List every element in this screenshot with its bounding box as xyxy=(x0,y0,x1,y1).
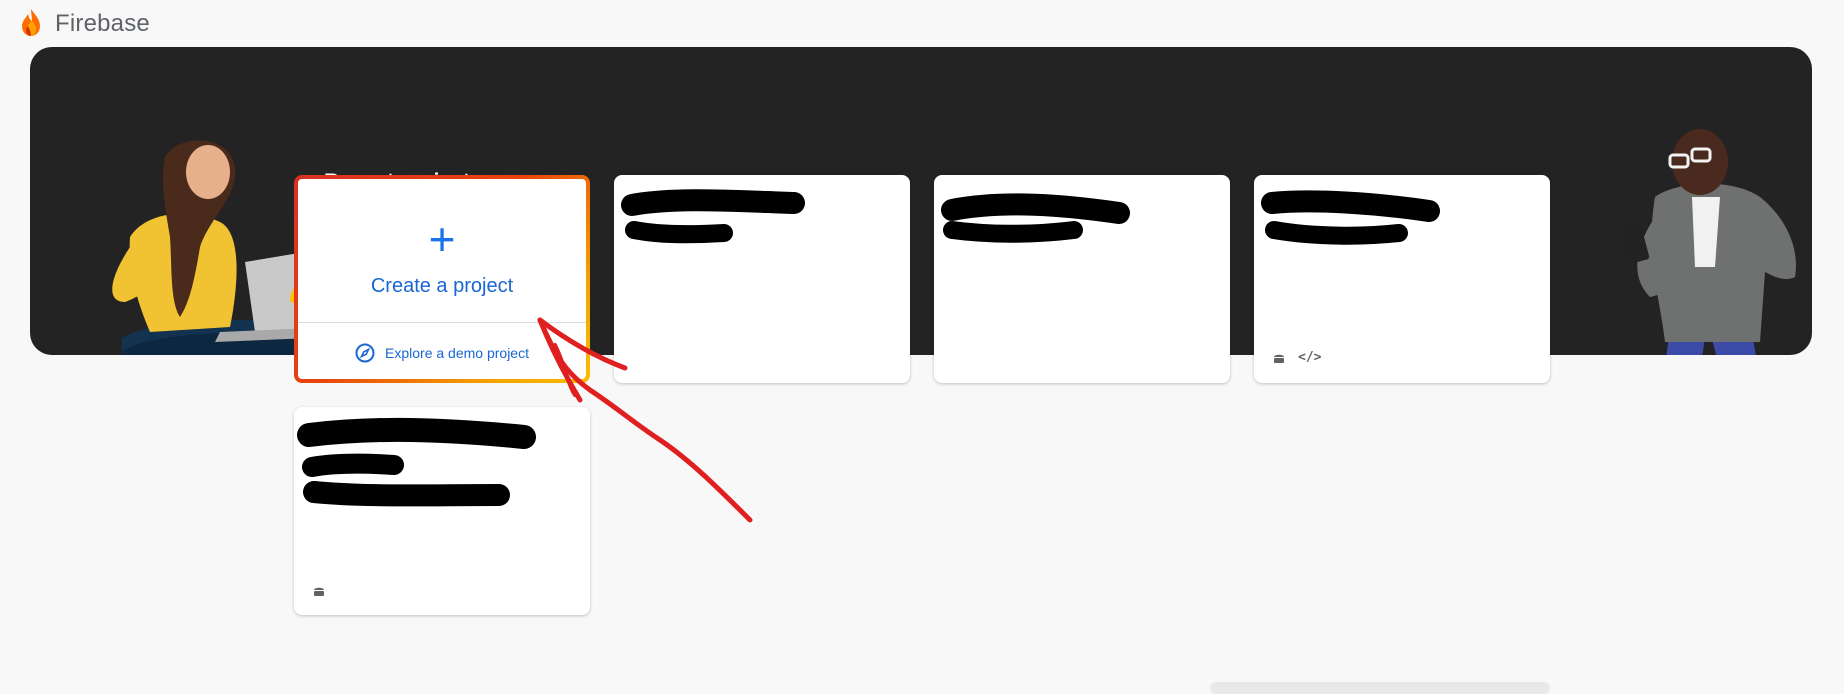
android-icon xyxy=(1274,354,1284,363)
project-card[interactable]: </> xyxy=(1254,175,1550,383)
project-card[interactable] xyxy=(614,175,910,383)
firebase-logo-icon[interactable] xyxy=(18,8,44,38)
create-project-label: Create a project xyxy=(370,275,514,297)
redacted-project-name xyxy=(297,417,536,507)
plus-icon: + xyxy=(428,213,456,265)
redacted-project-name xyxy=(941,193,1130,243)
explore-demo-project-link[interactable]: Explore a demo project xyxy=(298,323,586,379)
brand-title[interactable]: Firebase xyxy=(55,10,150,38)
platform-icons xyxy=(312,585,326,597)
compass-icon xyxy=(355,343,375,363)
bottom-scroll-hint xyxy=(1210,682,1550,694)
redacted-project-name xyxy=(621,189,805,244)
android-icon xyxy=(314,587,324,596)
person-with-phone-illustration xyxy=(1620,129,1796,355)
project-card[interactable] xyxy=(934,175,1230,383)
project-card[interactable] xyxy=(294,407,590,615)
create-project-card: + Create a project Explore a demo projec… xyxy=(294,175,590,383)
top-bar: Firebase xyxy=(0,0,1844,47)
code-icon: </> xyxy=(1298,350,1322,365)
redacted-project-name xyxy=(1261,190,1440,245)
create-project-button[interactable]: + Create a project xyxy=(298,179,586,322)
explore-demo-label: Explore a demo project xyxy=(385,345,529,361)
platform-icons: </> xyxy=(1272,350,1321,365)
